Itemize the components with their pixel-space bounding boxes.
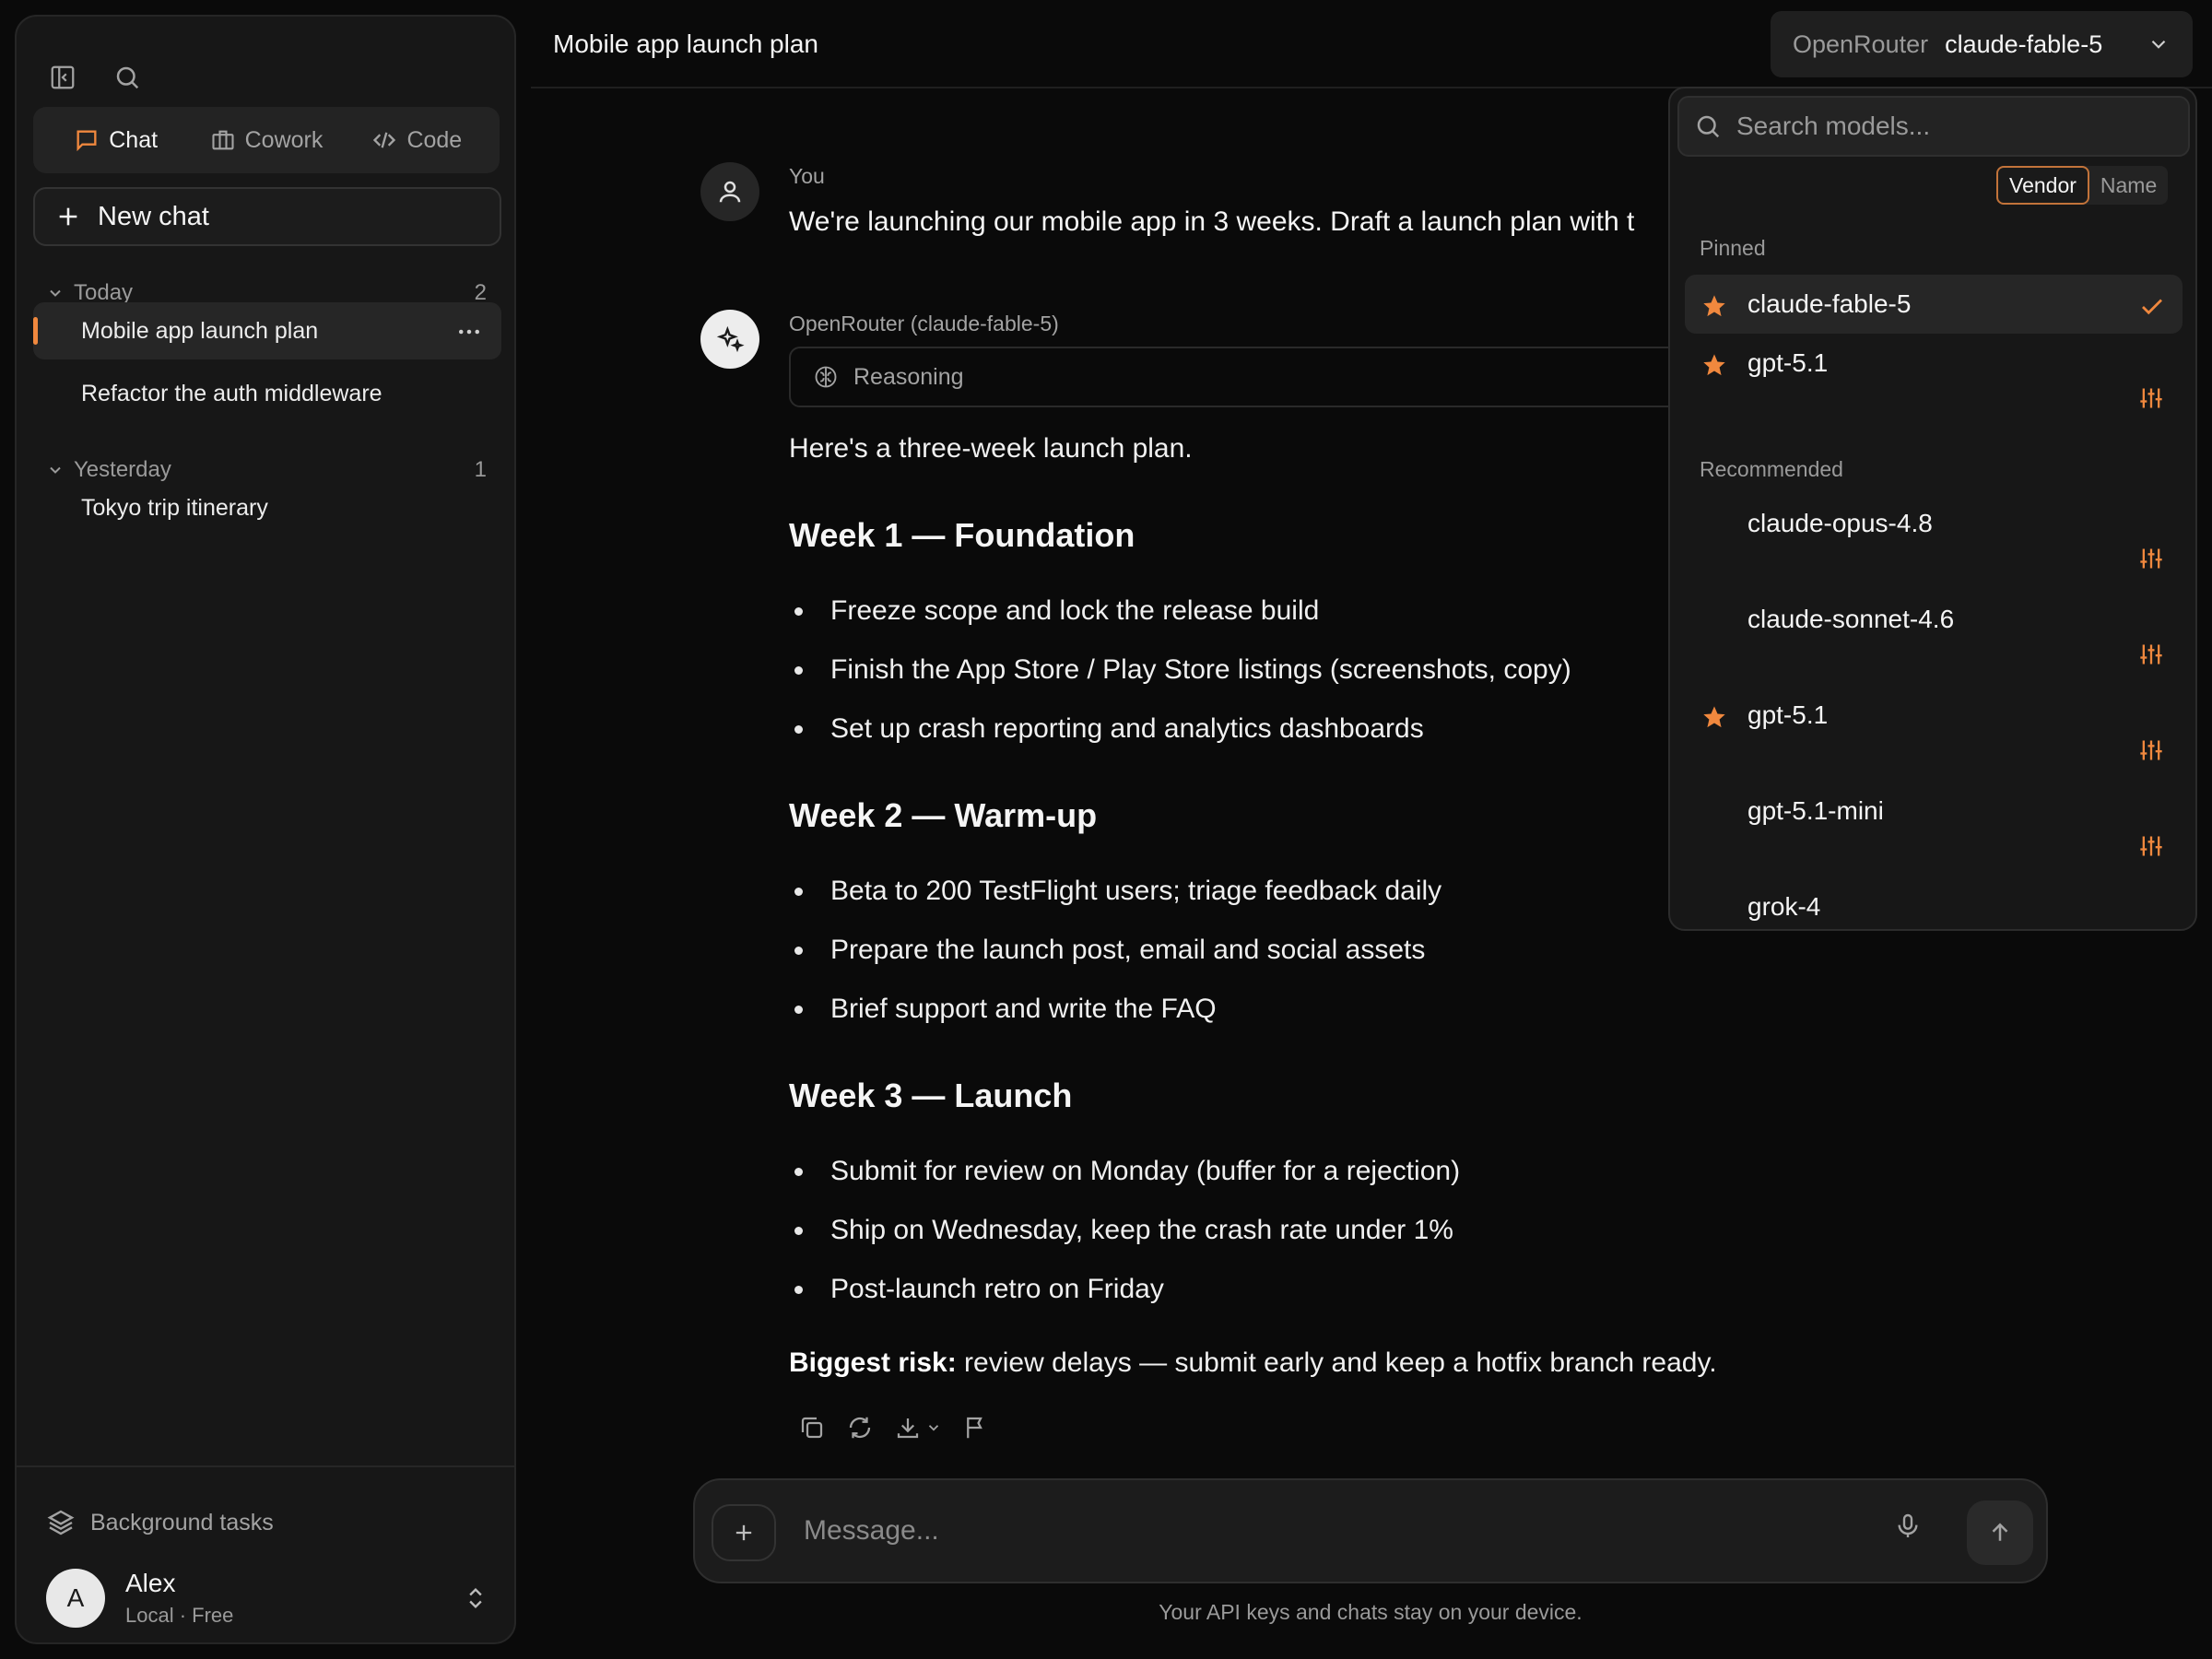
flag-icon[interactable] [962,1414,990,1441]
model-search-input[interactable] [1736,112,2179,141]
week-heading: Week 2 — Warm-up [789,796,1098,834]
user-plan: Local · Free [125,1604,234,1627]
response-intro: Here's a three-week launch plan. [789,433,1193,464]
settings-sliders-icon[interactable] [2138,385,2164,411]
model-option-gpt-5-1-recommended[interactable]: gpt-5.1 [1685,686,2183,782]
assistant-label: OpenRouter (claude-fable-5) [789,312,1059,335]
download-icon[interactable] [894,1414,942,1441]
reasoning-toggle[interactable]: Reasoning [789,347,1766,407]
more-options-icon[interactable] [455,318,483,346]
sidebar-divider [17,1465,514,1467]
attach-button[interactable] [712,1504,776,1561]
brain-icon [815,366,837,388]
message-composer [693,1478,2048,1583]
list-item: Set up crash reporting and analytics das… [789,713,1424,745]
section-pinned: Pinned [1700,236,1766,260]
list-item: Brief support and write the FAQ [789,994,1217,1025]
copy-icon[interactable] [798,1414,826,1441]
model-name: claude-fable-5 [1945,29,2103,58]
model-option-claude-fable-5[interactable]: claude-fable-5 [1685,275,2183,334]
model-dropdown: Vendor Name Pinned claude-fable-5 gpt-5.… [1668,87,2197,931]
week-heading: Week 3 — Launch [789,1077,1073,1114]
chat-header: Mobile app launch plan OpenRouter claude… [531,0,2212,88]
send-button[interactable] [1967,1500,2033,1565]
list-item: Post-launch retro on Friday [789,1274,1164,1305]
list-item: Freeze scope and lock the release build [789,595,1319,627]
model-option-gpt-5-1[interactable]: gpt-5.1 [1685,334,2183,429]
sort-vendor[interactable]: Vendor [1996,166,2089,205]
plus-icon [735,1524,752,1541]
search-icon [1697,115,1720,138]
section-recommended: Recommended [1700,457,1843,481]
settings-sliders-icon[interactable] [2138,833,2164,859]
sort-name[interactable]: Name [2089,166,2168,205]
week-heading: Week 1 — Foundation [789,516,1135,554]
tab-chat[interactable]: Chat [41,114,191,166]
plus-icon [59,207,77,226]
settings-sliders-icon[interactable] [2138,546,2164,571]
user-avatar [700,162,759,221]
model-search [1677,96,2190,157]
chat-item-mobile-app-launch-plan[interactable]: Mobile app launch plan [33,302,501,359]
model-option-claude-opus-4-8[interactable]: claude-opus-4.8 [1685,494,2183,590]
list-item: Submit for review on Monday (buffer for … [789,1156,1460,1187]
chevron-down-icon [50,289,61,297]
sparkle-icon [716,325,745,353]
model-option-claude-sonnet-4-6[interactable]: claude-sonnet-4.6 [1685,590,2183,686]
model-vendor: OpenRouter [1793,29,1929,58]
privacy-footnote: Your API keys and chats stay on your dev… [1159,1600,1583,1624]
chat-item-tokyo-trip[interactable]: Tokyo trip itinerary [33,479,501,536]
tab-code[interactable]: Code [342,114,492,166]
list-item: Prepare the launch post, email and socia… [789,935,1425,966]
toggle-sidebar-icon[interactable] [44,59,81,96]
user-name: Alex [125,1569,176,1597]
chevron-down-icon [928,1425,939,1431]
risk-note: Biggest risk: review delays — submit ear… [789,1347,1717,1378]
check-icon [2138,293,2166,321]
new-chat-button[interactable]: New chat [33,187,501,246]
star-icon[interactable] [1701,293,1727,319]
microphone-icon[interactable] [1893,1512,1923,1541]
list-item: Beta to 200 TestFlight users; triage fee… [789,876,1441,907]
regenerate-icon[interactable] [846,1414,874,1441]
sidebar: Chat Cowork Code New chat Today 2 Mobile… [15,15,516,1644]
settings-sliders-icon[interactable] [2138,737,2164,763]
user-label: You [789,164,825,188]
model-selector[interactable]: OpenRouter claude-fable-5 [1771,11,2193,77]
star-icon[interactable] [1701,704,1727,730]
message-input[interactable] [804,1510,1799,1552]
search-icon[interactable] [109,59,146,96]
assistant-avatar [700,310,759,369]
tab-cowork[interactable]: Cowork [191,114,341,166]
star-icon[interactable] [1701,352,1727,378]
chevron-up-down-icon [469,1588,482,1608]
mode-switcher: Chat Cowork Code [33,107,500,173]
user-menu[interactable]: A Alex Local · Free [46,1569,488,1628]
settings-sliders-icon[interactable] [2138,641,2164,667]
sort-toggle: Vendor Name [1996,166,2169,205]
avatar: A [46,1569,105,1628]
chevron-down-icon [50,466,61,474]
chat-item-refactor-auth[interactable]: Refactor the auth middleware [33,365,501,422]
model-option-gpt-5-1-mini[interactable]: gpt-5.1-mini [1685,782,2183,877]
model-option-grok-4[interactable]: grok-4 [1685,877,2183,929]
list-item: Ship on Wednesday, keep the crash rate u… [789,1215,1453,1246]
briefcase-icon [212,130,234,150]
layers-icon [47,1510,75,1535]
chat-bubble-icon [76,130,97,152]
user-icon [719,181,741,203]
page-title: Mobile app launch plan [553,29,818,58]
list-item: Finish the App Store / Play Store listin… [789,654,1571,686]
arrow-up-icon [1992,1523,2008,1541]
background-tasks-button[interactable]: Background tasks [46,1508,274,1537]
message-actions [798,1414,990,1441]
chevron-down-icon [2151,40,2166,49]
user-message: We're launching our mobile app in 3 week… [789,206,1635,237]
code-icon [373,132,396,148]
